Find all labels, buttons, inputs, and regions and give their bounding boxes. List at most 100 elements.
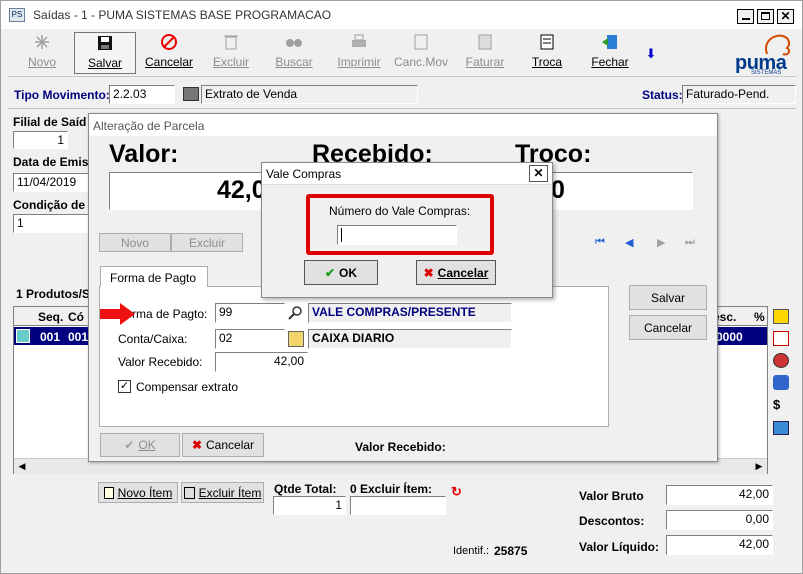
minimize-button[interactable] [737, 9, 754, 24]
vale-close-button[interactable]: ✕ [529, 165, 548, 182]
compensar-checkbox[interactable]: ✓ [118, 380, 131, 393]
vale-number-input[interactable] [337, 225, 457, 245]
new-doc-icon [103, 486, 114, 499]
list-icon[interactable] [773, 421, 789, 435]
search-icon[interactable] [288, 305, 304, 321]
novo-label: Novo [27, 55, 56, 69]
maximize-button[interactable] [757, 9, 774, 24]
x-icon: ✖ [191, 438, 203, 452]
chart-icon[interactable] [773, 331, 789, 346]
produtos-tab[interactable]: 1 Produtos/S [16, 287, 90, 301]
scroll-left-icon[interactable]: ◀ [14, 459, 30, 474]
floppy-icon [75, 33, 135, 53]
imprimir-button[interactable]: Imprimir [330, 32, 388, 74]
faturar-label: Faturar [465, 55, 505, 69]
parcela-ok-button[interactable]: ✔ OK [100, 433, 180, 457]
faturar-button[interactable]: Faturar [456, 32, 514, 74]
compensar-label: Compensar extrato [136, 380, 239, 394]
grid-header-seq: Seq. [38, 310, 64, 324]
title-bar: PS Saídas - 1 - PUMA SISTEMAS BASE PROGR… [1, 1, 802, 29]
exit-door-icon [580, 32, 640, 52]
check-icon: ✔ [124, 438, 135, 452]
tipo-movimento-code[interactable]: 2.2.03 [109, 85, 175, 104]
grid-header-pct: % [754, 310, 765, 324]
buscar-button[interactable]: Buscar [265, 32, 323, 74]
nav-last-icon[interactable]: ⏭ [685, 236, 699, 248]
parcela-title: Alteração de Parcela [93, 119, 205, 133]
parcela-salvar-button[interactable]: Salvar [629, 285, 707, 310]
valor-bruto-label: Valor Bruto [579, 489, 644, 503]
lookup-icon[interactable] [183, 87, 199, 101]
parcela-novo-label: Novo [120, 235, 149, 250]
money-icon[interactable]: $ [773, 397, 789, 412]
identif-value: 25875 [494, 544, 528, 558]
conta-caixa-code[interactable]: 02 [215, 329, 285, 349]
network-icon[interactable] [773, 375, 789, 390]
report-icon[interactable] [773, 309, 789, 324]
valor-recebido-field[interactable]: 42,00 [215, 352, 308, 372]
invoice-icon [456, 32, 514, 52]
refresh-icon[interactable]: ↻ [451, 484, 469, 499]
red-arrow-icon [100, 302, 136, 326]
condicao-field[interactable]: 1 [13, 214, 90, 233]
conta-caixa-label: Conta/Caixa: [118, 332, 188, 346]
excluir-button[interactable]: Excluir [202, 32, 260, 74]
close-button[interactable]: ✕ [777, 9, 794, 24]
novo-button[interactable]: Novo [12, 32, 72, 74]
nav-first-icon[interactable]: ⏮ [595, 236, 609, 248]
condicao-label: Condição de [13, 198, 86, 212]
vale-cancelar-label: Cancelar [437, 265, 489, 280]
pie-icon[interactable] [773, 353, 789, 368]
cashbox-icon[interactable] [288, 331, 304, 347]
excluir-item-qty-field[interactable] [350, 496, 446, 515]
exchange-icon [516, 32, 578, 52]
parcela-cancelar-button[interactable]: Cancelar [629, 315, 707, 340]
excluir-item-label: Excluir Ítem [198, 485, 262, 500]
parcela-salvar-label: Salvar [650, 290, 685, 305]
qtde-total-field: 1 [273, 496, 346, 515]
filial-field[interactable]: 1 [13, 131, 68, 149]
toolbar-down-arrow-icon[interactable]: ⬇ [644, 46, 658, 62]
cancelar-button[interactable]: Cancelar [138, 32, 200, 74]
descontos-field: 0,00 [666, 510, 773, 530]
salvar-label: Salvar [87, 56, 122, 70]
nav-prev-icon[interactable]: ◀ [625, 236, 639, 249]
tab-forma-pagto[interactable]: Forma de Pagto [100, 266, 208, 287]
forma-pagto-code[interactable]: 99 [215, 303, 285, 323]
status-label: Status: [642, 88, 683, 102]
canc-mov-button[interactable]: Canc.Mov [390, 32, 452, 74]
scroll-right-icon[interactable]: ▶ [751, 459, 767, 474]
cancelar-label: Cancelar [144, 55, 194, 69]
parcela-novo-button[interactable]: Novo [99, 233, 171, 252]
side-icons: $ [771, 309, 791, 439]
valor-big-value: 42,0 [217, 176, 266, 204]
tab-forma-pagto-label: Forma de Pagto [110, 271, 197, 285]
excluir-item-button[interactable]: Excluir Ítem [181, 482, 264, 503]
green-check-icon: ✔ [324, 265, 336, 280]
vale-cancelar-button[interactable]: ✖ Cancelar [416, 260, 496, 285]
trash-icon [202, 32, 260, 52]
imprimir-label: Imprimir [337, 55, 381, 69]
fechar-button[interactable]: Fechar [580, 32, 640, 74]
salvar-button[interactable]: Salvar [74, 32, 136, 74]
valor-recebido-footer-label: Valor Recebido: [355, 440, 446, 454]
data-emissao-field[interactable]: 11/04/2019 [13, 173, 90, 192]
header-divider [8, 108, 796, 109]
grid-cell-seq: 001 [40, 330, 61, 344]
vale-ok-button[interactable]: ✔ OK [304, 260, 378, 285]
binoculars-icon [265, 32, 323, 52]
grid-header-cod: Có [68, 310, 84, 324]
parcela-excluir-button[interactable]: Excluir [171, 233, 243, 252]
excluir-label: Excluir [212, 55, 249, 69]
vale-title-bar: Vale Compras ✕ [262, 163, 552, 185]
canc-mov-label: Canc.Mov [393, 55, 449, 69]
cancel-icon [138, 32, 200, 52]
troca-button[interactable]: Troca [516, 32, 578, 74]
identif-label: Identif.: [453, 545, 490, 557]
new-icon [12, 32, 72, 52]
novo-item-button[interactable]: Novo Ítem [98, 482, 178, 503]
status-value: Faturado-Pend. [682, 85, 796, 104]
parcela-cancelar2-button[interactable]: ✖ Cancelar [182, 433, 264, 457]
puma-logo: puma SISTEMAS [733, 32, 793, 76]
nav-next-icon[interactable]: ▶ [657, 236, 671, 249]
